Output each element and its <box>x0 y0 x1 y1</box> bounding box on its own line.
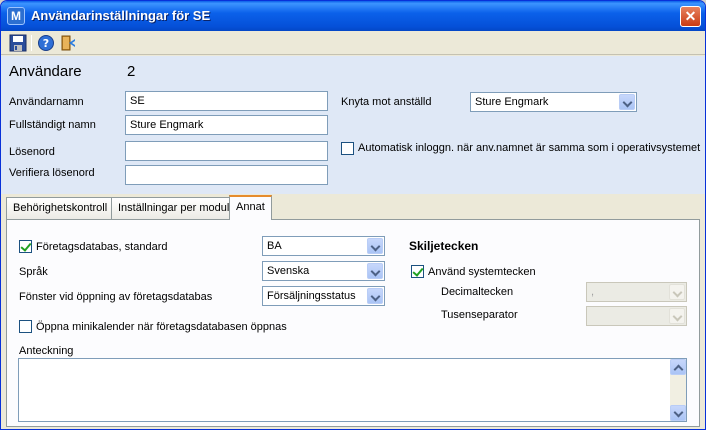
note-scrollbar[interactable] <box>670 359 686 421</box>
auto-login-checkbox[interactable] <box>341 142 354 155</box>
user-header-label: Användare <box>9 63 82 80</box>
decimal-select[interactable]: , <box>586 282 687 302</box>
tab-annat[interactable]: Annat <box>229 195 272 220</box>
language-value: Svenska <box>267 265 310 277</box>
toolbar: ? <box>1 31 705 55</box>
note-textarea[interactable] <box>18 358 687 422</box>
exit-icon[interactable] <box>59 34 77 52</box>
window-on-open-label: Fönster vid öppning av företagsdatabas <box>19 291 213 303</box>
user-number: 2 <box>127 63 136 80</box>
fullname-label: Fullständigt namn <box>9 119 96 131</box>
username-field[interactable]: SE <box>125 91 328 111</box>
chevron-down-icon[interactable] <box>367 238 383 254</box>
window-on-open-select[interactable]: Försäljningsstatus <box>262 286 385 306</box>
verify-password-field[interactable] <box>125 165 328 185</box>
scroll-up-icon[interactable] <box>670 359 686 375</box>
mini-calendar-checkbox[interactable] <box>19 320 32 333</box>
company-db-value: BA <box>267 240 282 252</box>
mini-calendar-label: Öppna minikalender när företagsdatabasen… <box>36 321 287 333</box>
password-field[interactable] <box>125 141 328 161</box>
link-employee-select[interactable]: Sture Engmark <box>470 92 637 112</box>
scroll-down-icon[interactable] <box>670 405 686 421</box>
company-db-select[interactable]: BA <box>262 236 385 256</box>
decimal-label: Decimaltecken <box>441 286 514 298</box>
thousands-select[interactable] <box>586 306 687 326</box>
close-button[interactable]: ✕ <box>680 6 701 27</box>
chevron-down-icon[interactable] <box>619 94 635 110</box>
app-icon: M <box>7 7 25 25</box>
tab-behorighetskontroll[interactable]: Behörighetskontroll <box>6 197 115 219</box>
settings-window: M Användarinställningar för SE ✕ ? Använ… <box>0 0 706 430</box>
auto-login-label: Automatisk inloggn. när anv.namnet är sa… <box>358 142 701 154</box>
separators-heading: Skiljetecken <box>409 239 479 253</box>
note-label: Anteckning <box>19 345 74 357</box>
company-db-label: Företagsdatabas, standard <box>36 241 168 253</box>
use-system-checkbox[interactable] <box>411 265 424 278</box>
chevron-down-icon[interactable] <box>669 308 685 324</box>
link-employee-value: Sture Engmark <box>475 96 549 108</box>
help-icon[interactable]: ? <box>37 34 55 52</box>
chevron-down-icon[interactable] <box>669 284 685 300</box>
language-label: Språk <box>19 266 48 278</box>
chevron-down-icon[interactable] <box>367 263 383 279</box>
svg-text:?: ? <box>43 37 49 50</box>
user-panel: Användare 2 Användarnamn SE Fullständigt… <box>1 56 705 194</box>
verify-password-label: Verifiera lösenord <box>9 167 95 179</box>
link-employee-label: Knyta mot anställd <box>341 96 432 108</box>
language-select[interactable]: Svenska <box>262 261 385 281</box>
decimal-value: , <box>591 286 595 298</box>
thousands-label: Tusenseparator <box>441 309 518 321</box>
save-icon[interactable] <box>9 34 27 52</box>
tab-panel-annat: Företagsdatabas, standard BA Språk Svens… <box>6 219 700 427</box>
window-on-open-value: Försäljningsstatus <box>267 290 356 302</box>
username-label: Användarnamn <box>9 96 84 108</box>
use-system-label: Använd systemtecken <box>428 266 536 278</box>
chevron-down-icon[interactable] <box>367 288 383 304</box>
password-label: Lösenord <box>9 146 55 158</box>
tab-installningar-per-modul[interactable]: Inställningar per modul <box>111 197 237 219</box>
title-bar[interactable]: M Användarinställningar för SE ✕ <box>1 1 705 31</box>
window-title: Användarinställningar för SE <box>31 8 211 23</box>
company-db-checkbox[interactable] <box>19 240 32 253</box>
fullname-field[interactable]: Sture Engmark <box>125 115 328 135</box>
toolbar-separator <box>31 35 32 51</box>
